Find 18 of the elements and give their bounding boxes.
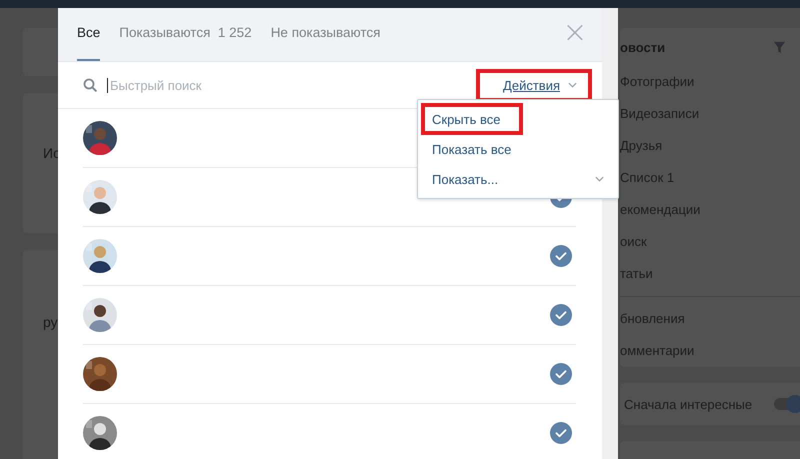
search-icon xyxy=(83,78,97,92)
actions-dropdown[interactable]: Действия xyxy=(479,72,589,98)
check-icon[interactable] xyxy=(550,245,572,267)
check-icon[interactable] xyxy=(550,422,572,444)
background-text: ру xyxy=(43,314,58,330)
chevron-down-icon xyxy=(568,82,577,88)
menu-item[interactable]: Скрыть все xyxy=(422,104,522,134)
tab[interactable]: Не показываются xyxy=(270,8,380,61)
sidebar-title: овости xyxy=(620,40,666,54)
menu-item[interactable]: Показать... xyxy=(418,164,618,194)
chevron-down-icon xyxy=(595,176,604,182)
close-button[interactable]: × xyxy=(548,8,602,61)
check-icon[interactable] xyxy=(550,304,572,326)
check-icon[interactable] xyxy=(550,363,572,385)
menu-item[interactable]: Показать все xyxy=(418,134,618,164)
tab[interactable]: Все xyxy=(77,8,100,61)
toggle-switch[interactable] xyxy=(774,398,800,410)
tab[interactable]: Показываются 1 252 xyxy=(119,8,252,61)
